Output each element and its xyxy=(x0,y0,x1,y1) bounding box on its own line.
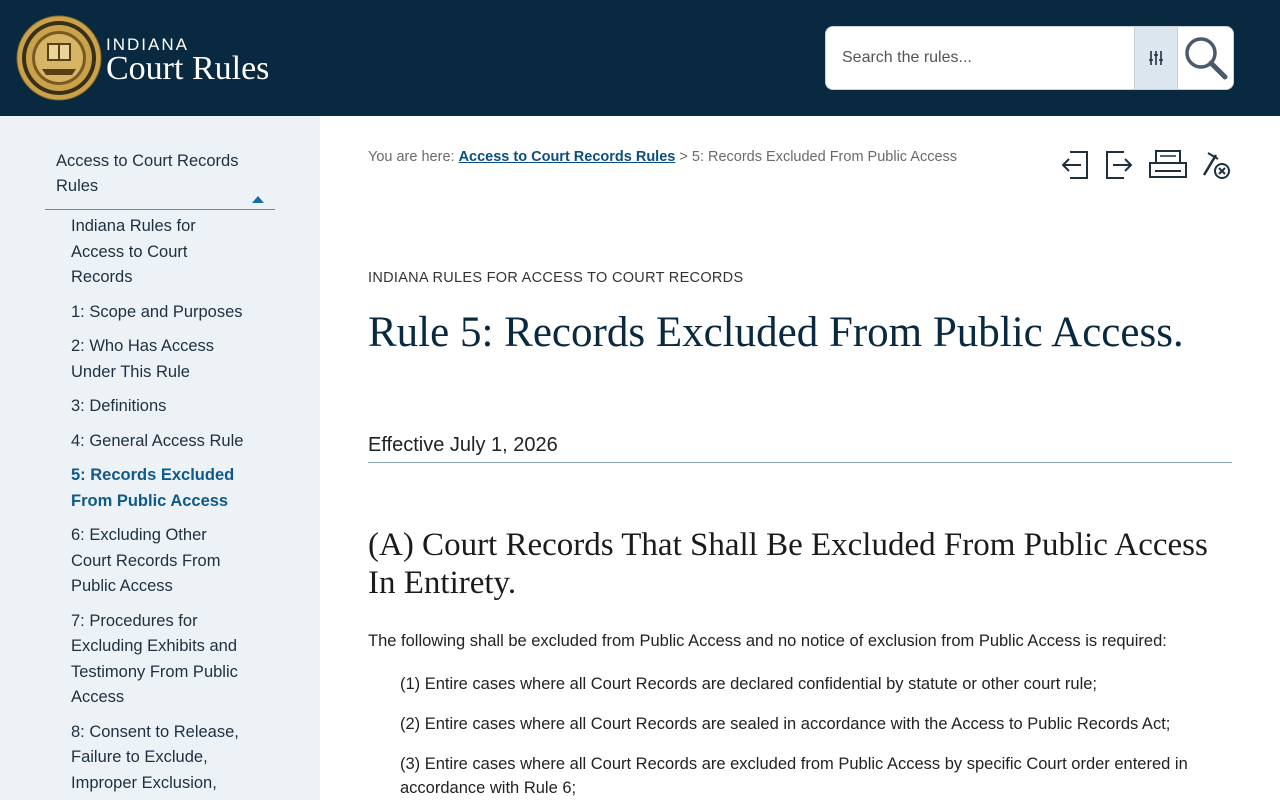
sliders-icon xyxy=(1149,51,1163,65)
breadcrumb-link[interactable]: Access to Court Records Rules xyxy=(459,149,676,165)
magnifier-icon xyxy=(1185,37,1228,80)
sidebar-nav: Access to Court Records Rules Indiana Ru… xyxy=(0,116,320,800)
rule-item-list: (1) Entire cases where all Court Records… xyxy=(400,672,1232,800)
breadcrumb-prefix: You are here: xyxy=(368,149,455,165)
site-header: INDIANA Court Rules xyxy=(0,0,1280,116)
page-title: Rule 5: Records Excluded From Public Acc… xyxy=(368,309,1184,356)
breadcrumb: You are here: Access to Court Records Ru… xyxy=(368,149,957,165)
sidebar-item[interactable]: 1: Scope and Purposes xyxy=(71,300,251,326)
sidebar-item[interactable]: 6: Excluding Other Court Records From Pu… xyxy=(71,523,251,600)
page-toolbar xyxy=(1058,148,1234,184)
next-rule-icon[interactable] xyxy=(1104,148,1134,182)
court-seal-icon[interactable] xyxy=(16,15,102,101)
sidebar-item[interactable]: 7: Procedures for Excluding Exhibits and… xyxy=(71,609,251,711)
search-button[interactable] xyxy=(1178,27,1233,89)
sidebar-item[interactable]: 4: General Access Rule xyxy=(71,429,251,455)
sidebar-parent-toggle[interactable]: Access to Court Records Rules xyxy=(45,146,275,210)
section-heading: (A) Court Records That Shall Be Excluded… xyxy=(368,527,1208,601)
section-intro: The following shall be excluded from Pub… xyxy=(368,632,1167,650)
sidebar-item[interactable]: 3: Definitions xyxy=(71,394,251,420)
breadcrumb-current: 5: Records Excluded From Public Access xyxy=(691,149,958,165)
sidebar-item[interactable]: 8: Consent to Release, Failure to Exclud… xyxy=(71,720,251,797)
rule-item: (2) Entire cases where all Court Records… xyxy=(400,715,1171,733)
print-icon[interactable] xyxy=(1148,148,1188,182)
breadcrumb-separator: > xyxy=(679,149,688,165)
effective-date: Effective July 1, 2026 xyxy=(368,434,1232,463)
sidebar-parent-label: Access to Court Records Rules xyxy=(56,152,239,195)
sidebar-item-list: Indiana Rules for Access to Court Record… xyxy=(71,214,251,800)
rule-item: (3) Entire cases where all Court Records… xyxy=(400,755,1188,797)
sidebar-item[interactable]: 2: Who Has Access Under This Rule xyxy=(71,334,251,385)
sidebar-item[interactable]: Indiana Rules for Access to Court Record… xyxy=(71,214,251,291)
caret-up-icon xyxy=(252,196,264,203)
search-input[interactable] xyxy=(826,27,1134,89)
search-filter-button[interactable] xyxy=(1134,27,1178,89)
search-box xyxy=(825,26,1234,90)
brand-title: Court Rules xyxy=(106,50,270,87)
sidebar-item[interactable]: 5: Records Excluded From Public Access xyxy=(71,463,251,514)
clear-highlights-icon[interactable] xyxy=(1200,148,1232,182)
previous-rule-icon[interactable] xyxy=(1060,148,1090,182)
rule-item: (1) Entire cases where all Court Records… xyxy=(400,675,1098,693)
site-brand[interactable]: INDIANA Court Rules xyxy=(106,36,270,87)
rule-set-label: INDIANA RULES FOR ACCESS TO COURT RECORD… xyxy=(368,270,744,286)
